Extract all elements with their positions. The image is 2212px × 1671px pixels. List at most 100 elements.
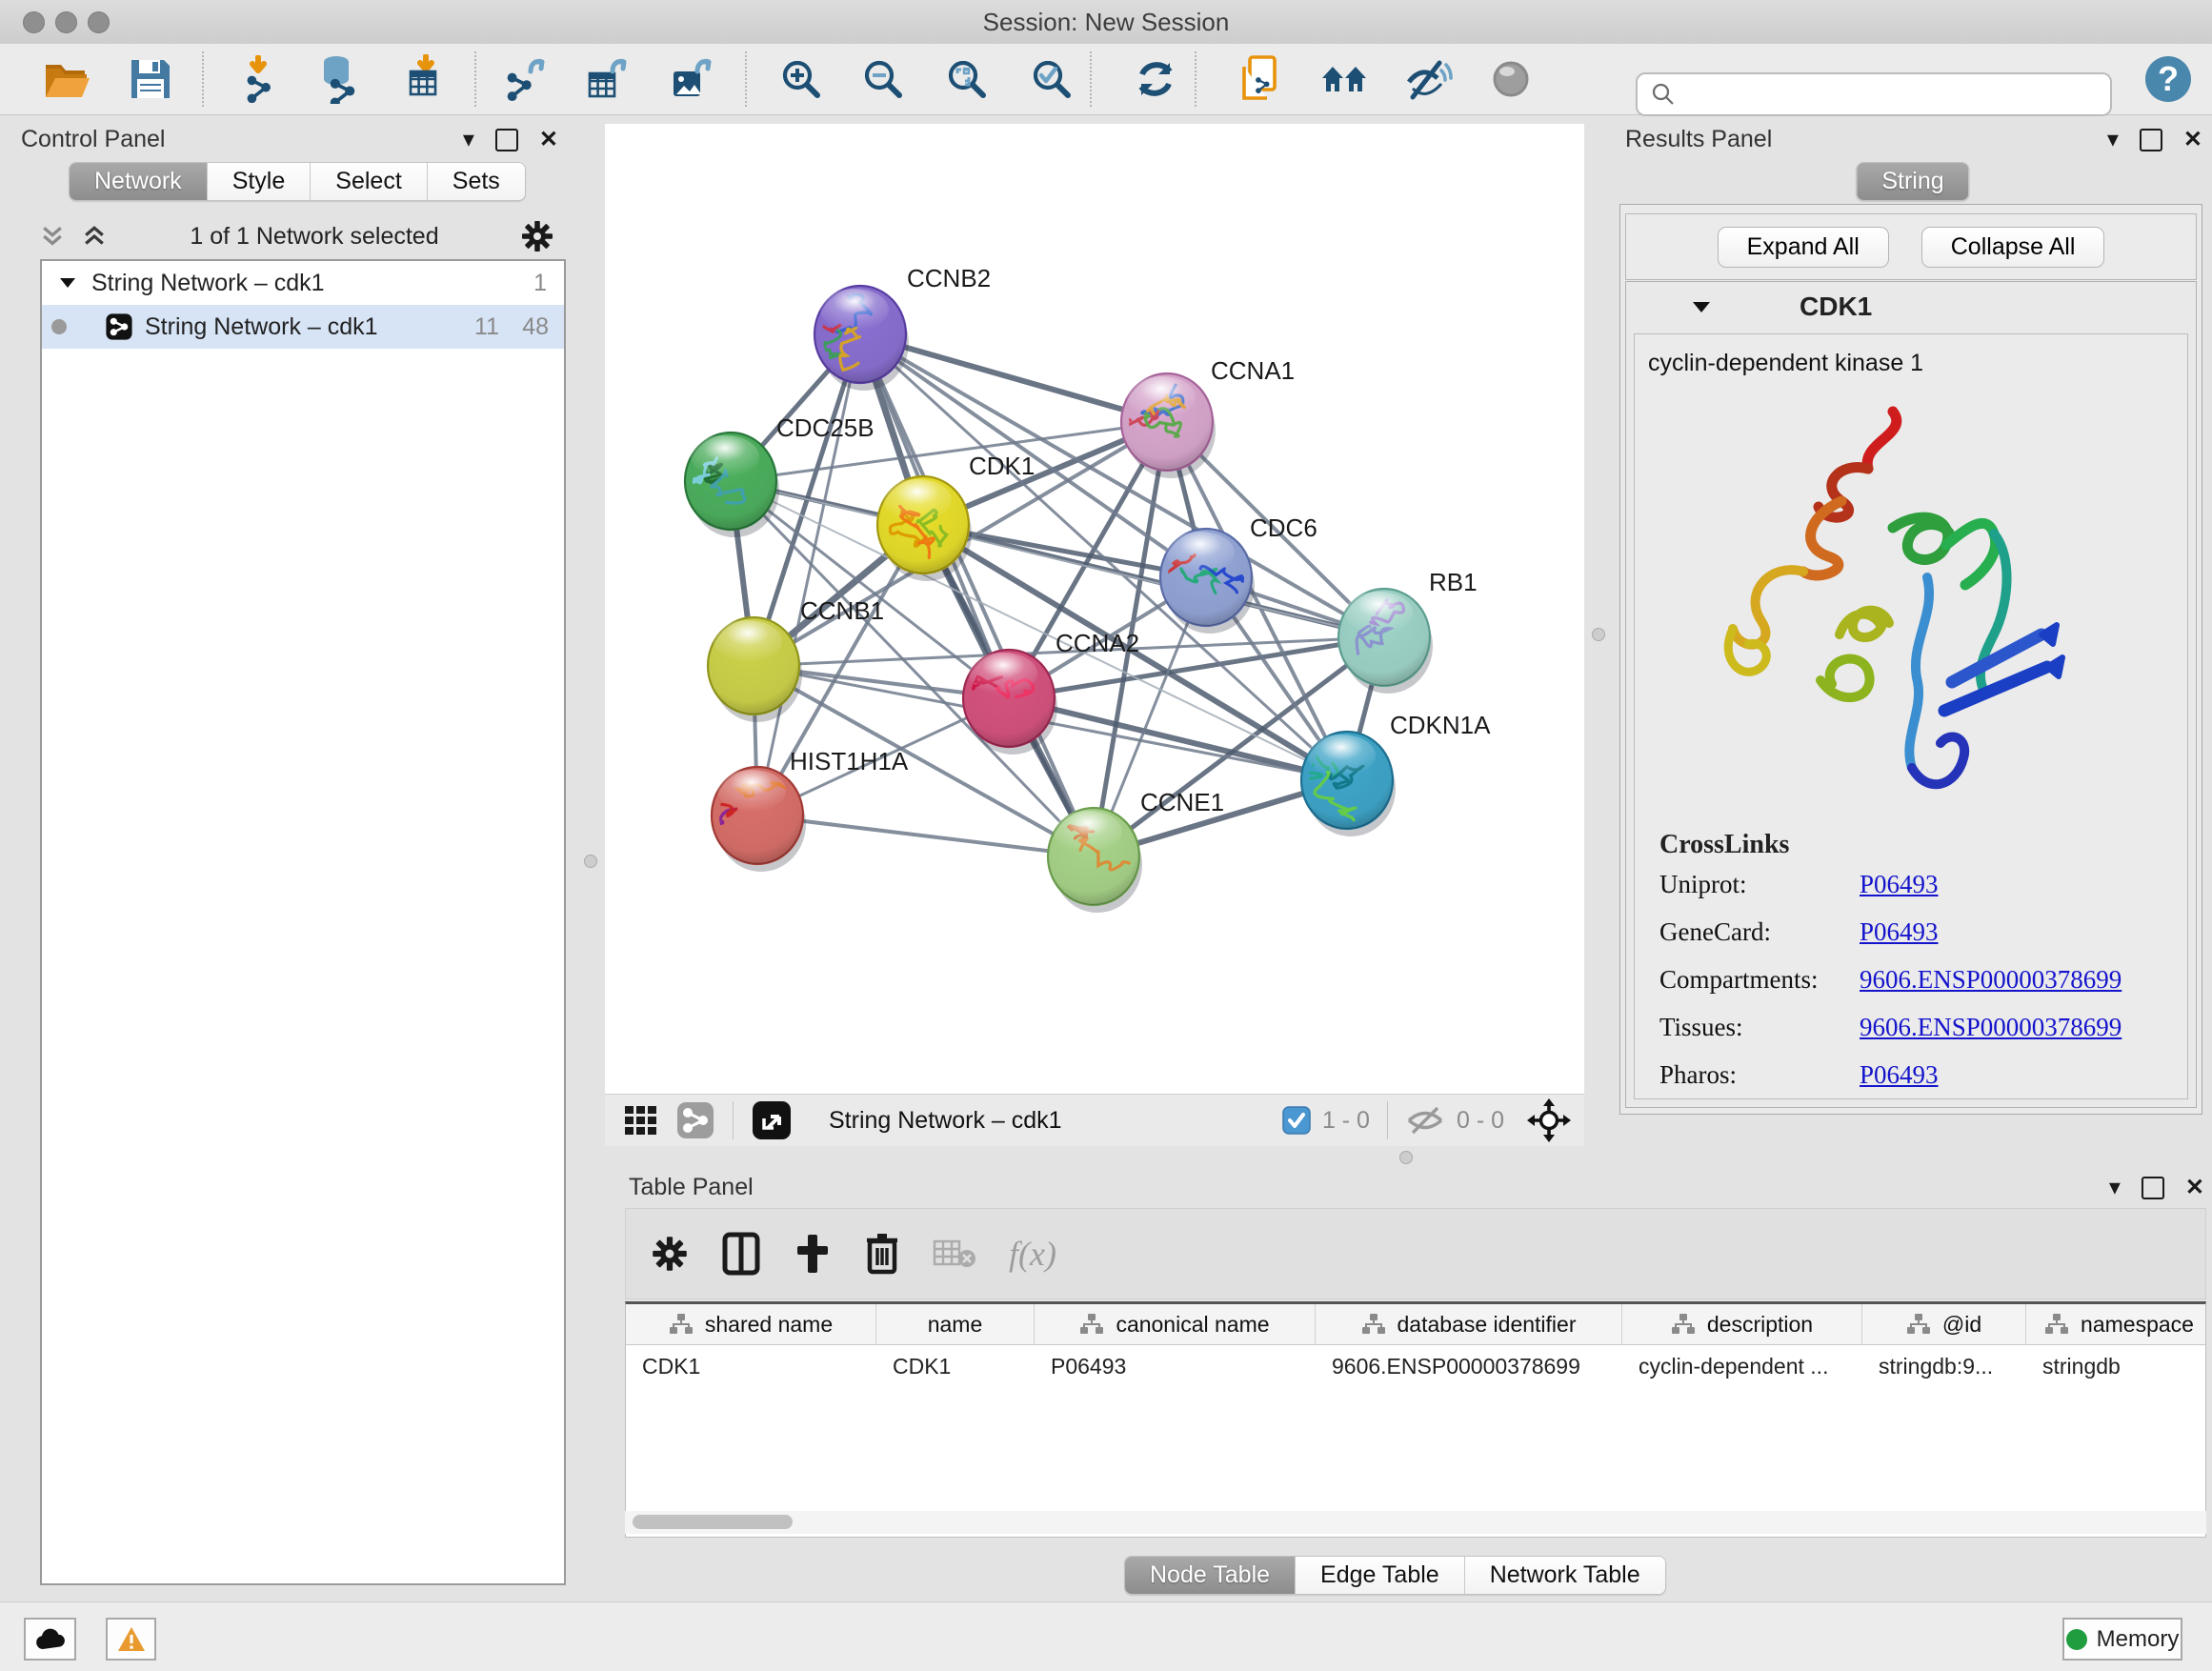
search-input[interactable] xyxy=(1678,80,2110,109)
cell-name[interactable]: CDK1 xyxy=(876,1345,1035,1387)
tab-select[interactable]: Select xyxy=(311,163,427,200)
export-network-button[interactable] xyxy=(498,52,552,106)
horizontal-splitter-handle[interactable] xyxy=(1399,1151,1413,1164)
zoom-fit-content-button[interactable] xyxy=(939,52,993,106)
warnings-button[interactable] xyxy=(106,1618,156,1661)
network-canvas[interactable]: CCNB2CCNA1CDC25BCDK1CDC6RB1CCNB1CCNA2CDK… xyxy=(605,124,1584,1094)
table-settings-gear-icon[interactable] xyxy=(651,1235,689,1273)
tab-edge-table[interactable]: Edge Table xyxy=(1296,1557,1465,1594)
network-tree-row[interactable]: String Network – cdk1 1 xyxy=(42,261,564,305)
left-splitter-handle[interactable] xyxy=(584,855,597,868)
node-table[interactable]: shared namenamecanonical namedatabase id… xyxy=(625,1301,2206,1538)
collapse-all-button[interactable]: Collapse All xyxy=(1921,227,2105,268)
first-neighbors-button[interactable] xyxy=(1318,52,1372,106)
export-image-button[interactable] xyxy=(665,52,718,106)
node-CCNB2[interactable] xyxy=(774,285,909,391)
tab-sets[interactable]: Sets xyxy=(428,163,525,200)
gene-section-header[interactable]: CDK1 xyxy=(1626,282,2196,332)
node-HIST1H1A[interactable] xyxy=(677,767,806,872)
zoom-out-button[interactable] xyxy=(855,52,909,106)
node-CCNA2[interactable] xyxy=(962,650,1057,755)
memory-button[interactable]: Memory xyxy=(2062,1618,2182,1661)
expand-all-button[interactable]: Expand All xyxy=(1718,227,1889,268)
edge-CCNB2-CCNE1[interactable] xyxy=(860,334,1094,856)
selected-checkbox-icon[interactable] xyxy=(1282,1106,1311,1135)
column-header-shared-name[interactable]: shared name xyxy=(626,1304,876,1344)
column-header-database-identifier[interactable]: database identifier xyxy=(1316,1304,1622,1344)
import-network-from-file-button[interactable] xyxy=(231,52,285,106)
caret-down-icon[interactable] xyxy=(1689,294,1714,319)
collapse-panel-icon[interactable]: ▾ xyxy=(463,129,474,151)
zoom-selected-button[interactable] xyxy=(1024,52,1077,106)
crosslink-value-link[interactable]: P06493 xyxy=(1860,1060,1939,1090)
node-RB1[interactable] xyxy=(1338,589,1433,694)
create-column-icon[interactable] xyxy=(794,1233,832,1275)
scrollbar-thumb[interactable] xyxy=(633,1515,793,1529)
caret-down-icon[interactable] xyxy=(57,272,78,293)
show-columns-icon[interactable] xyxy=(721,1232,761,1276)
tab-style[interactable]: Style xyxy=(208,163,312,200)
collapse-panel-icon[interactable]: ▾ xyxy=(2107,129,2119,151)
column-header-namespace[interactable]: namespace xyxy=(2026,1304,2206,1344)
cell-namespace[interactable]: stringdb xyxy=(2026,1345,2206,1387)
import-table-from-file-button[interactable] xyxy=(399,52,452,106)
node-CDK1[interactable] xyxy=(877,476,972,581)
cell-shared-name[interactable]: CDK1 xyxy=(626,1345,876,1387)
close-panel-icon[interactable]: ✕ xyxy=(2183,129,2202,151)
export-table-button[interactable] xyxy=(580,52,633,106)
cell-description[interactable]: cyclin-dependent ... xyxy=(1622,1345,1862,1387)
node-CCNA1[interactable] xyxy=(1111,373,1216,478)
column-header-name[interactable]: name xyxy=(876,1304,1035,1344)
float-panel-icon[interactable] xyxy=(2140,129,2162,151)
crosslink-value-link[interactable]: P06493 xyxy=(1860,917,1939,947)
table-horizontal-scrollbar[interactable] xyxy=(625,1511,2206,1534)
close-panel-icon[interactable]: ✕ xyxy=(539,129,558,151)
show-all-button[interactable] xyxy=(1484,52,1538,106)
network-options-gear-icon[interactable] xyxy=(520,219,554,253)
edge-CCNB2-HIST1H1A[interactable] xyxy=(757,334,860,815)
cell-database-identifier[interactable]: 9606.ENSP00000378699 xyxy=(1316,1345,1622,1387)
hide-selected-button[interactable] xyxy=(1401,52,1455,106)
search-box[interactable] xyxy=(1636,72,2112,116)
close-panel-icon[interactable]: ✕ xyxy=(2185,1177,2204,1199)
save-session-button[interactable] xyxy=(124,52,177,106)
column-header-@id[interactable]: @id xyxy=(1862,1304,2026,1344)
tab-node-table[interactable]: Node Table xyxy=(1125,1557,1296,1594)
node-CDC25B[interactable] xyxy=(682,433,779,537)
refresh-button[interactable] xyxy=(1129,52,1182,106)
node-CDKN1A[interactable] xyxy=(1301,732,1396,836)
crosslink-value-link[interactable]: 9606.ENSP00000378699 xyxy=(1860,1013,2122,1042)
cloud-button[interactable] xyxy=(24,1618,76,1661)
tab-network[interactable]: Network xyxy=(70,163,208,200)
node-CCNB1[interactable] xyxy=(708,617,802,722)
collapse-panel-icon[interactable]: ▾ xyxy=(2109,1177,2121,1199)
node-CCNE1[interactable] xyxy=(1048,808,1142,913)
tab-string[interactable]: String xyxy=(1857,163,1968,200)
edge-CCNE1-HIST1H1A[interactable] xyxy=(757,815,1094,856)
float-panel-icon[interactable] xyxy=(2142,1177,2164,1199)
right-splitter-handle[interactable] xyxy=(1592,628,1605,641)
column-header-canonical-name[interactable]: canonical name xyxy=(1035,1304,1316,1344)
open-session-button[interactable] xyxy=(40,52,93,106)
network-view-icon[interactable] xyxy=(675,1100,715,1140)
new-network-from-selection-button[interactable] xyxy=(1234,52,1287,106)
expand-all-networks-icon[interactable] xyxy=(38,222,67,251)
help-button[interactable]: ? xyxy=(2142,52,2195,106)
fit-center-crosshair-icon[interactable] xyxy=(1527,1098,1571,1142)
cell-canonical-name[interactable]: P06493 xyxy=(1035,1345,1316,1387)
column-header-description[interactable]: description xyxy=(1622,1304,1862,1344)
grid-view-icon[interactable] xyxy=(622,1101,660,1139)
table-row[interactable]: CDK1CDK1P064939606.ENSP00000378699cyclin… xyxy=(626,1345,2205,1387)
tab-network-table[interactable]: Network Table xyxy=(1465,1557,1665,1594)
delete-column-icon[interactable] xyxy=(864,1232,900,1276)
crosslink-value-link[interactable]: 9606.ENSP00000378699 xyxy=(1860,965,2122,995)
float-panel-icon[interactable] xyxy=(495,129,518,151)
detach-view-icon[interactable] xyxy=(751,1099,793,1141)
cell-@id[interactable]: stringdb:9... xyxy=(1862,1345,2026,1387)
collapse-all-networks-icon[interactable] xyxy=(80,222,109,251)
network-tree-row[interactable]: String Network – cdk1 11 48 xyxy=(42,305,564,349)
edge-CCNA2-CDKN1A[interactable] xyxy=(1009,698,1347,780)
import-network-from-database-button[interactable] xyxy=(312,52,365,106)
crosslink-value-link[interactable]: P06493 xyxy=(1860,870,1939,899)
zoom-in-button[interactable] xyxy=(774,52,827,106)
